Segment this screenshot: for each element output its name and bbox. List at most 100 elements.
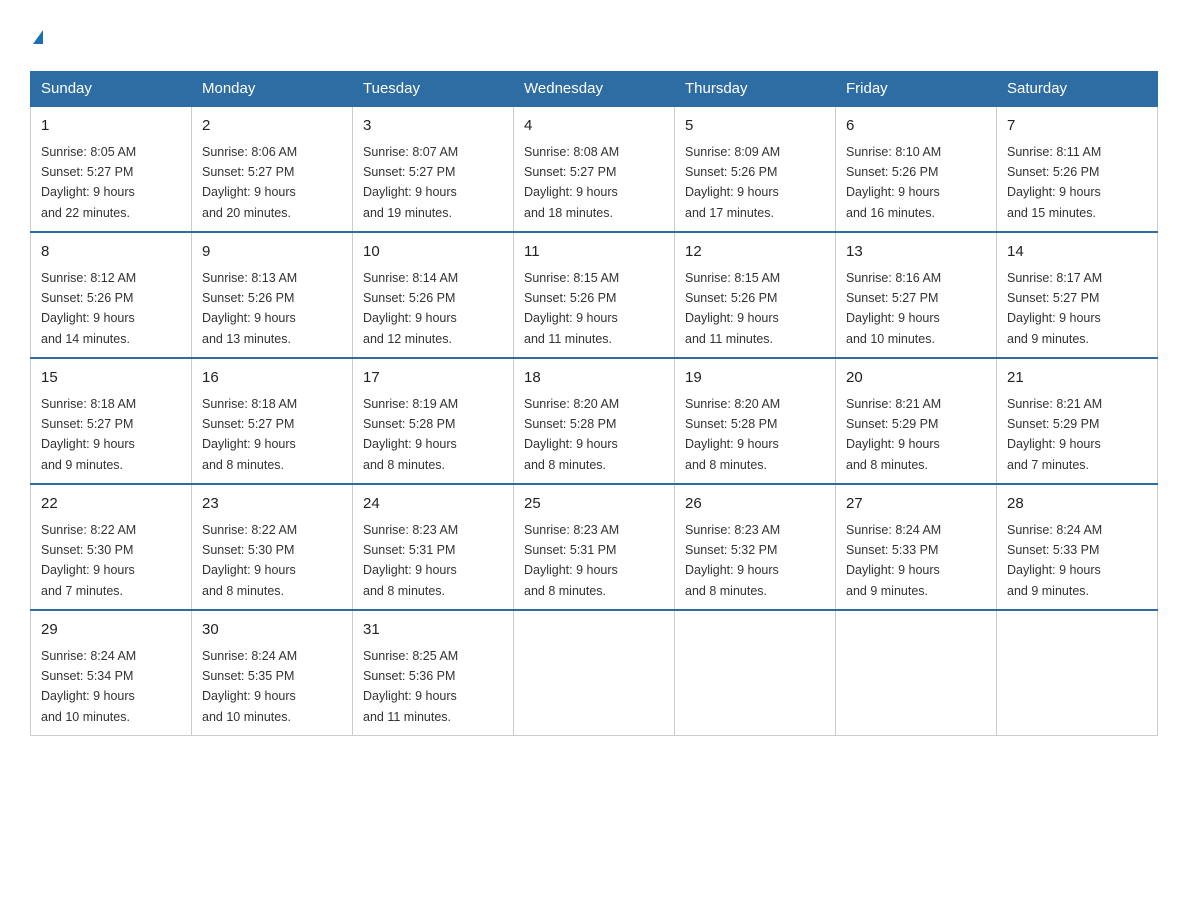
day-number: 22 [41,493,181,516]
calendar-day-28: 28Sunrise: 8:24 AM Sunset: 5:33 PM Dayli… [997,484,1158,610]
day-sun-info: Sunrise: 8:23 AM Sunset: 5:31 PM Dayligh… [363,523,458,598]
calendar-day-7: 7 Sunrise: 8:11 AM Sunset: 5:26 PM Daylig… [997,106,1158,232]
day-sun-info: Sunrise: 8:22 AM Sunset: 5:30 PM Dayligh… [202,523,297,598]
header-thursday: Thursday [675,72,836,107]
day-number: 20 [846,367,986,390]
day-sun-info: Sunrise: 8:14 AM Sunset: 5:26 PM Dayligh… [363,271,458,346]
day-sun-info: Sunrise: 8:12 AM Sunset: 5:26 PM Dayligh… [41,271,136,346]
calendar-day-25: 25 Sunrise: 8:23 AM Sunset: 5:31 PM Dayli… [514,484,675,610]
day-number: 3 [363,115,503,138]
day-sun-info: Sunrise: 8:08 AM Sunset: 5:27 PM Dayligh… [524,145,619,220]
logo [30,30,43,51]
calendar-day-24: 24Sunrise: 8:23 AM Sunset: 5:31 PM Dayli… [353,484,514,610]
day-number: 26 [685,493,825,516]
day-number: 21 [1007,367,1147,390]
day-sun-info: Sunrise: 8:06 AM Sunset: 5:27 PM Dayligh… [202,145,297,220]
calendar-week-row: 29 Sunrise: 8:24 AM Sunset: 5:34 PM Dayli… [31,610,1158,736]
calendar-day-5: 5Sunrise: 8:09 AM Sunset: 5:26 PM Daylig… [675,106,836,232]
empty-day-cell [514,610,675,736]
day-number: 29 [41,619,181,642]
calendar-day-8: 8 Sunrise: 8:12 AM Sunset: 5:26 PM Daylig… [31,232,192,358]
header-friday: Friday [836,72,997,107]
day-number: 7 [1007,115,1147,138]
calendar-day-17: 17Sunrise: 8:19 AM Sunset: 5:28 PM Dayli… [353,358,514,484]
day-sun-info: Sunrise: 8:15 AM Sunset: 5:26 PM Dayligh… [685,271,780,346]
day-number: 31 [363,619,503,642]
calendar-day-31: 31 Sunrise: 8:25 AM Sunset: 5:36 PM Dayli… [353,610,514,736]
calendar-day-11: 11 Sunrise: 8:15 AM Sunset: 5:26 PM Dayli… [514,232,675,358]
day-sun-info: Sunrise: 8:20 AM Sunset: 5:28 PM Dayligh… [685,397,780,472]
calendar-day-6: 6 Sunrise: 8:10 AM Sunset: 5:26 PM Daylig… [836,106,997,232]
day-number: 19 [685,367,825,390]
day-sun-info: Sunrise: 8:24 AM Sunset: 5:34 PM Dayligh… [41,649,136,724]
calendar-week-row: 8 Sunrise: 8:12 AM Sunset: 5:26 PM Daylig… [31,232,1158,358]
day-sun-info: Sunrise: 8:10 AM Sunset: 5:26 PM Dayligh… [846,145,941,220]
calendar-day-20: 20 Sunrise: 8:21 AM Sunset: 5:29 PM Dayli… [836,358,997,484]
day-number: 11 [524,241,664,264]
day-number: 23 [202,493,342,516]
empty-day-cell [997,610,1158,736]
calendar-day-27: 27 Sunrise: 8:24 AM Sunset: 5:33 PM Dayli… [836,484,997,610]
day-sun-info: Sunrise: 8:25 AM Sunset: 5:36 PM Dayligh… [363,649,458,724]
calendar-table: SundayMondayTuesdayWednesdayThursdayFrid… [30,71,1158,736]
calendar-day-26: 26 Sunrise: 8:23 AM Sunset: 5:32 PM Dayli… [675,484,836,610]
header-wednesday: Wednesday [514,72,675,107]
day-sun-info: Sunrise: 8:05 AM Sunset: 5:27 PM Dayligh… [41,145,136,220]
day-sun-info: Sunrise: 8:23 AM Sunset: 5:31 PM Dayligh… [524,523,619,598]
day-sun-info: Sunrise: 8:21 AM Sunset: 5:29 PM Dayligh… [1007,397,1102,472]
day-number: 25 [524,493,664,516]
calendar-day-16: 16Sunrise: 8:18 AM Sunset: 5:27 PM Dayli… [192,358,353,484]
calendar-day-21: 21 Sunrise: 8:21 AM Sunset: 5:29 PM Dayli… [997,358,1158,484]
empty-day-cell [836,610,997,736]
calendar-week-row: 22 Sunrise: 8:22 AM Sunset: 5:30 PM Dayli… [31,484,1158,610]
day-number: 27 [846,493,986,516]
day-number: 14 [1007,241,1147,264]
calendar-day-1: 1 Sunrise: 8:05 AM Sunset: 5:27 PM Daylig… [31,106,192,232]
day-sun-info: Sunrise: 8:23 AM Sunset: 5:32 PM Dayligh… [685,523,780,598]
logo-triangle-icon [33,30,43,44]
calendar-day-19: 19 Sunrise: 8:20 AM Sunset: 5:28 PM Dayli… [675,358,836,484]
calendar-week-row: 15 Sunrise: 8:18 AM Sunset: 5:27 PM Dayli… [31,358,1158,484]
day-number: 16 [202,367,342,390]
day-sun-info: Sunrise: 8:20 AM Sunset: 5:28 PM Dayligh… [524,397,619,472]
day-number: 1 [41,115,181,138]
calendar-day-12: 12Sunrise: 8:15 AM Sunset: 5:26 PM Dayli… [675,232,836,358]
calendar-day-14: 14 Sunrise: 8:17 AM Sunset: 5:27 PM Dayli… [997,232,1158,358]
day-number: 28 [1007,493,1147,516]
calendar-day-10: 10Sunrise: 8:14 AM Sunset: 5:26 PM Dayli… [353,232,514,358]
day-number: 13 [846,241,986,264]
day-sun-info: Sunrise: 8:24 AM Sunset: 5:33 PM Dayligh… [846,523,941,598]
empty-day-cell [675,610,836,736]
calendar-week-row: 1 Sunrise: 8:05 AM Sunset: 5:27 PM Daylig… [31,106,1158,232]
day-number: 15 [41,367,181,390]
day-sun-info: Sunrise: 8:13 AM Sunset: 5:26 PM Dayligh… [202,271,297,346]
day-number: 5 [685,115,825,138]
calendar-day-2: 2 Sunrise: 8:06 AM Sunset: 5:27 PM Daylig… [192,106,353,232]
day-sun-info: Sunrise: 8:11 AM Sunset: 5:26 PM Dayligh… [1007,145,1101,220]
calendar-day-3: 3 Sunrise: 8:07 AM Sunset: 5:27 PM Daylig… [353,106,514,232]
page-header [30,30,1158,51]
calendar-day-15: 15 Sunrise: 8:18 AM Sunset: 5:27 PM Dayli… [31,358,192,484]
day-sun-info: Sunrise: 8:18 AM Sunset: 5:27 PM Dayligh… [41,397,136,472]
calendar-day-18: 18Sunrise: 8:20 AM Sunset: 5:28 PM Dayli… [514,358,675,484]
day-sun-info: Sunrise: 8:17 AM Sunset: 5:27 PM Dayligh… [1007,271,1102,346]
calendar-header-row: SundayMondayTuesdayWednesdayThursdayFrid… [31,72,1158,107]
header-monday: Monday [192,72,353,107]
day-sun-info: Sunrise: 8:22 AM Sunset: 5:30 PM Dayligh… [41,523,136,598]
day-sun-info: Sunrise: 8:24 AM Sunset: 5:35 PM Dayligh… [202,649,297,724]
calendar-day-23: 23 Sunrise: 8:22 AM Sunset: 5:30 PM Dayli… [192,484,353,610]
day-number: 6 [846,115,986,138]
calendar-day-30: 30 Sunrise: 8:24 AM Sunset: 5:35 PM Dayli… [192,610,353,736]
day-sun-info: Sunrise: 8:21 AM Sunset: 5:29 PM Dayligh… [846,397,941,472]
day-number: 17 [363,367,503,390]
calendar-day-4: 4Sunrise: 8:08 AM Sunset: 5:27 PM Daylig… [514,106,675,232]
day-number: 8 [41,241,181,264]
calendar-day-22: 22 Sunrise: 8:22 AM Sunset: 5:30 PM Dayli… [31,484,192,610]
calendar-day-13: 13 Sunrise: 8:16 AM Sunset: 5:27 PM Dayli… [836,232,997,358]
day-number: 2 [202,115,342,138]
calendar-day-29: 29 Sunrise: 8:24 AM Sunset: 5:34 PM Dayli… [31,610,192,736]
day-sun-info: Sunrise: 8:15 AM Sunset: 5:26 PM Dayligh… [524,271,619,346]
day-sun-info: Sunrise: 8:07 AM Sunset: 5:27 PM Dayligh… [363,145,458,220]
day-sun-info: Sunrise: 8:16 AM Sunset: 5:27 PM Dayligh… [846,271,941,346]
day-number: 30 [202,619,342,642]
